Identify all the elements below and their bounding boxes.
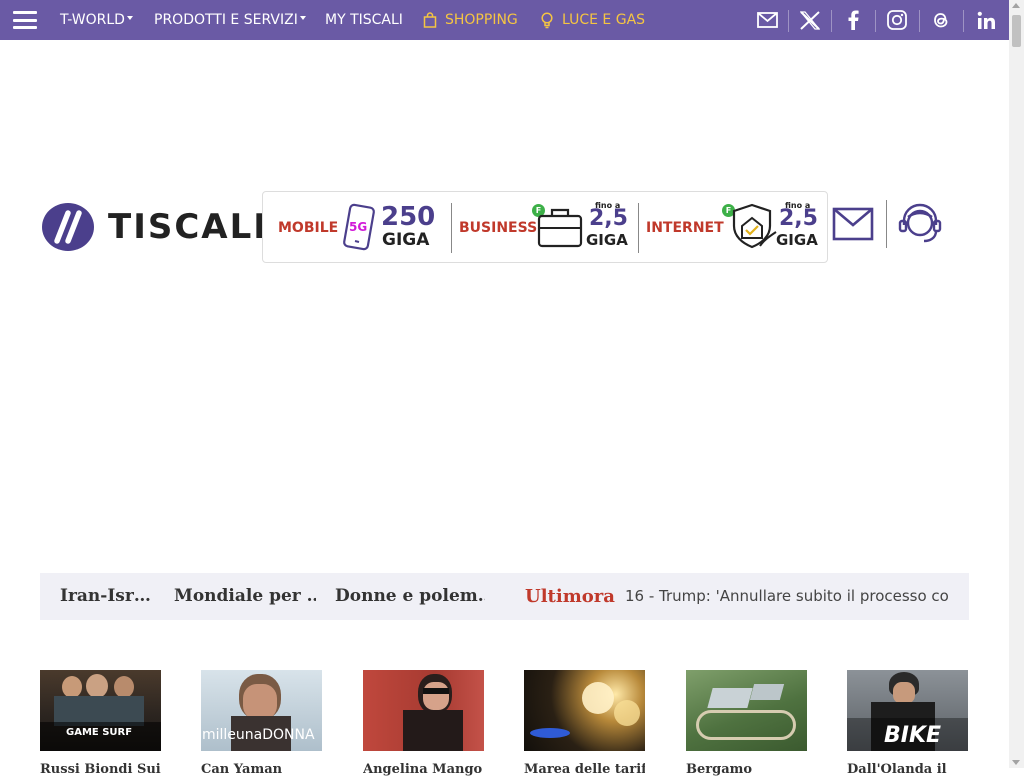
thumbnail-overlay-text: GAME SURF bbox=[66, 727, 133, 738]
threads-icon[interactable] bbox=[919, 0, 963, 40]
offers-banner[interactable]: MOBILE 5G 250 GIGA BUSINESS F fino a 2,5… bbox=[262, 191, 828, 263]
instagram-icon[interactable] bbox=[875, 0, 919, 40]
hamburger-menu-icon[interactable] bbox=[13, 11, 37, 29]
nav-item-my-tiscali[interactable]: MY TISCALI bbox=[325, 0, 403, 40]
offer-label-business: BUSINESS bbox=[459, 220, 538, 236]
x-twitter-icon[interactable] bbox=[788, 0, 832, 40]
divider bbox=[451, 203, 452, 253]
topic-link[interactable]: Donne e polem… bbox=[335, 586, 485, 606]
thumbnail-caption[interactable]: Dall'Olanda il bbox=[847, 762, 968, 777]
news-thumbnail[interactable] bbox=[524, 670, 645, 751]
offer-value-business: 2,5 bbox=[589, 206, 628, 231]
phone-5g-icon: 5G bbox=[343, 203, 375, 251]
chevron-down-icon bbox=[126, 15, 133, 20]
breaking-news-text[interactable]: 16 - Trump: 'Annullare subito il process… bbox=[625, 587, 949, 605]
shield-house-icon bbox=[732, 203, 777, 249]
offer-unit-business: GIGA bbox=[586, 231, 628, 249]
thumbnail-caption[interactable]: Bergamo bbox=[686, 762, 807, 777]
nav-label: T-WORLD bbox=[60, 12, 125, 28]
topic-link[interactable]: Iran-Isr… bbox=[60, 586, 150, 606]
nav-label: MY TISCALI bbox=[325, 12, 403, 28]
news-thumbnail[interactable]: BIKE bbox=[847, 670, 968, 751]
offer-label-mobile: MOBILE bbox=[278, 220, 339, 236]
thumbnail-caption[interactable]: Can Yaman bbox=[201, 762, 322, 777]
scroll-up-arrow-icon[interactable] bbox=[1012, 3, 1020, 8]
vertical-scrollbar[interactable] bbox=[1009, 0, 1024, 768]
briefcase-icon bbox=[537, 208, 583, 248]
nav-item-prodotti-e-servizi[interactable]: PRODOTTI E SERVIZI bbox=[154, 0, 306, 40]
offer-label-internet: INTERNET bbox=[646, 220, 724, 236]
thumbnail-caption[interactable]: Angelina Mango bbox=[363, 762, 484, 777]
top-navigation-bar: T-WORLD PRODOTTI E SERVIZI MY TISCALI SH… bbox=[0, 0, 1009, 40]
lightbulb-icon bbox=[541, 11, 553, 28]
offer-value-internet: 2,5 bbox=[779, 206, 818, 231]
news-thumbnail[interactable]: milleunaDONNA bbox=[201, 670, 322, 751]
scroll-down-arrow-icon[interactable] bbox=[1012, 760, 1020, 765]
offer-value-mobile: 250 bbox=[381, 202, 436, 232]
news-thumbnail[interactable]: GAME SURF bbox=[40, 670, 161, 751]
shopping-bag-icon bbox=[423, 12, 437, 28]
tiscali-logo[interactable]: TISCALI bbox=[42, 203, 268, 251]
thumbnail-overlay-text: BIKE bbox=[884, 723, 942, 748]
facebook-icon[interactable] bbox=[831, 0, 875, 40]
news-ticker: Iran-Isr… Mondiale per … Donne e polem… … bbox=[40, 573, 969, 620]
customer-support-icon[interactable] bbox=[898, 203, 942, 247]
thumbnail-caption[interactable]: Russi Biondi Sui bbox=[40, 762, 161, 777]
topic-link[interactable]: Mondiale per … bbox=[174, 586, 316, 606]
nav-label: LUCE E GAS bbox=[562, 12, 646, 28]
webmail-icon[interactable] bbox=[832, 207, 874, 241]
nav-label: PRODOTTI E SERVIZI bbox=[154, 12, 298, 28]
logo-text: TISCALI bbox=[108, 207, 268, 247]
news-thumbnail[interactable] bbox=[363, 670, 484, 751]
linkedin-icon[interactable] bbox=[964, 0, 1008, 40]
ultimora-label[interactable]: Ultimora bbox=[525, 586, 615, 607]
nav-item-shopping[interactable]: SHOPPING bbox=[423, 0, 518, 40]
scrollbar-thumb[interactable] bbox=[1012, 15, 1021, 47]
thumbnail-caption[interactable]: Marea delle tariffe bbox=[524, 762, 645, 777]
thumbnail-overlay-text: milleunaDONNA bbox=[202, 727, 315, 743]
offer-unit-mobile: GIGA bbox=[382, 230, 430, 250]
nav-item-luce-e-gas[interactable]: LUCE E GAS bbox=[541, 0, 645, 40]
chevron-down-icon bbox=[299, 15, 306, 20]
offer-unit-internet: GIGA bbox=[776, 231, 818, 249]
nav-item-t-world[interactable]: T-WORLD bbox=[60, 0, 133, 40]
nav-label: SHOPPING bbox=[445, 12, 518, 28]
divider bbox=[638, 203, 639, 253]
news-thumbnail[interactable] bbox=[686, 670, 807, 751]
svg-text:5G: 5G bbox=[349, 220, 367, 234]
divider bbox=[886, 200, 887, 248]
logo-mark-icon bbox=[42, 203, 94, 251]
mail-icon[interactable] bbox=[745, 0, 789, 40]
